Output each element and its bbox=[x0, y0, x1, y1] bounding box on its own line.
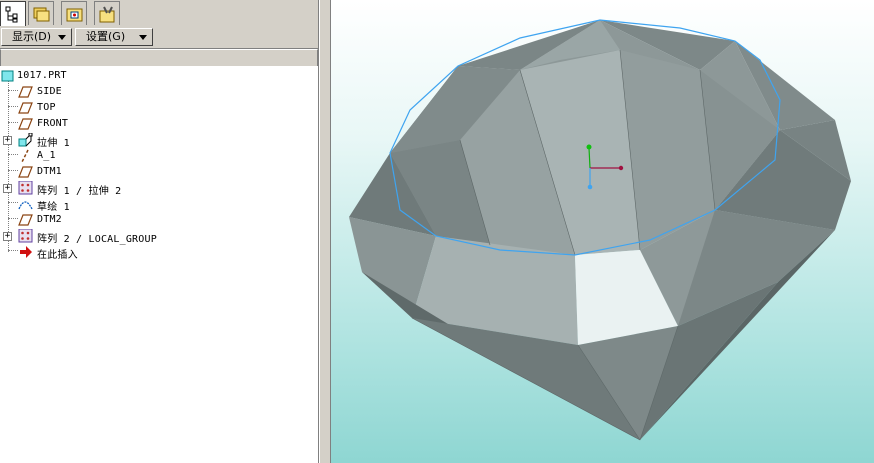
tree-item-label: DTM2 bbox=[37, 214, 62, 225]
expand-toggle[interactable]: + bbox=[3, 136, 12, 145]
tree-item-top[interactable]: TOP bbox=[0, 100, 318, 116]
chevron-down-icon bbox=[58, 35, 66, 40]
sketch-icon bbox=[18, 201, 33, 210]
pattern-icon bbox=[18, 229, 33, 243]
tree-item-axis-a1[interactable]: A_1 bbox=[0, 148, 318, 164]
extrude-icon bbox=[18, 133, 33, 147]
model-tree-icon bbox=[5, 6, 18, 23]
display-menu-button[interactable]: 显示(D) bbox=[1, 28, 72, 46]
tree-item-pattern-2[interactable]: + 阵列 2 / LOCAL_GROUP bbox=[0, 228, 318, 245]
tab-folder-browser[interactable] bbox=[28, 1, 54, 25]
tree-item-root-part[interactable]: 1017.PRT bbox=[0, 68, 318, 84]
column-header-strip bbox=[0, 49, 318, 67]
tree-item-label: 阵列 2 / LOCAL_GROUP bbox=[37, 234, 157, 245]
favorites-folder-icon bbox=[66, 8, 83, 22]
gem-model bbox=[349, 19, 851, 441]
navigator-tab-bar bbox=[0, 0, 318, 27]
tree-item-label: DTM1 bbox=[37, 166, 62, 177]
settings-menu-button[interactable]: 设置(G) bbox=[75, 28, 153, 46]
tools-folder-icon bbox=[99, 6, 115, 23]
tree-menu-bar: 显示(D) 设置(G) bbox=[0, 26, 318, 49]
tree-item-label: 在此插入 bbox=[37, 250, 78, 261]
datum-plane-icon bbox=[18, 214, 33, 226]
part-icon bbox=[1, 70, 14, 82]
tree-item-label: A_1 bbox=[37, 150, 56, 161]
chevron-down-icon bbox=[139, 35, 147, 40]
tree-item-label: 阵列 1 / 拉伸 2 bbox=[37, 186, 122, 197]
tree-item-label: 1017.PRT bbox=[17, 70, 67, 81]
tree-item-extrude-1[interactable]: + 拉伸 1 bbox=[0, 132, 318, 149]
settings-menu-label: 设置(G) bbox=[86, 30, 126, 43]
tab-model-tree[interactable] bbox=[0, 1, 26, 27]
pattern-icon bbox=[18, 181, 33, 195]
tree-item-label: 拉伸 1 bbox=[37, 138, 70, 149]
expand-toggle[interactable]: + bbox=[3, 184, 12, 193]
tab-connections[interactable] bbox=[94, 1, 120, 25]
tree-item-front[interactable]: FRONT bbox=[0, 116, 318, 132]
tree-item-pattern-1[interactable]: + 阵列 1 / 拉伸 2 bbox=[0, 180, 318, 197]
datum-axis-icon bbox=[21, 149, 29, 163]
display-menu-label: 显示(D) bbox=[12, 30, 52, 43]
tree-item-label: FRONT bbox=[37, 118, 69, 129]
tree-item-label: SIDE bbox=[37, 86, 62, 97]
expand-toggle[interactable]: + bbox=[3, 232, 12, 241]
folder-stack-icon bbox=[33, 7, 50, 22]
datum-plane-icon bbox=[18, 102, 33, 114]
datum-plane-icon bbox=[18, 86, 33, 98]
tree-item-side[interactable]: SIDE bbox=[0, 84, 318, 100]
tree-item-dtm2[interactable]: DTM2 bbox=[0, 212, 318, 228]
panel-splitter[interactable] bbox=[319, 0, 331, 463]
tree-item-insert-here[interactable]: 在此插入 bbox=[0, 244, 318, 261]
model-tree: 1017.PRT SIDE TOP FRONT + 拉伸 1 A_1 DTM1 … bbox=[0, 66, 318, 463]
tree-item-label: TOP bbox=[37, 102, 56, 113]
tree-item-label: 草绘 1 bbox=[37, 202, 70, 213]
datum-plane-icon bbox=[18, 166, 33, 178]
datum-plane-icon bbox=[18, 118, 33, 130]
graphics-viewport[interactable] bbox=[331, 0, 874, 463]
model-tree-panel: 显示(D) 设置(G) 1017.PRT SIDE TOP FRONT + 拉伸… bbox=[0, 0, 319, 463]
insert-here-arrow-icon bbox=[20, 246, 32, 258]
tab-favorites[interactable] bbox=[61, 1, 87, 25]
tree-item-sketch-1[interactable]: 草绘 1 bbox=[0, 196, 318, 213]
tree-item-dtm1[interactable]: DTM1 bbox=[0, 164, 318, 180]
